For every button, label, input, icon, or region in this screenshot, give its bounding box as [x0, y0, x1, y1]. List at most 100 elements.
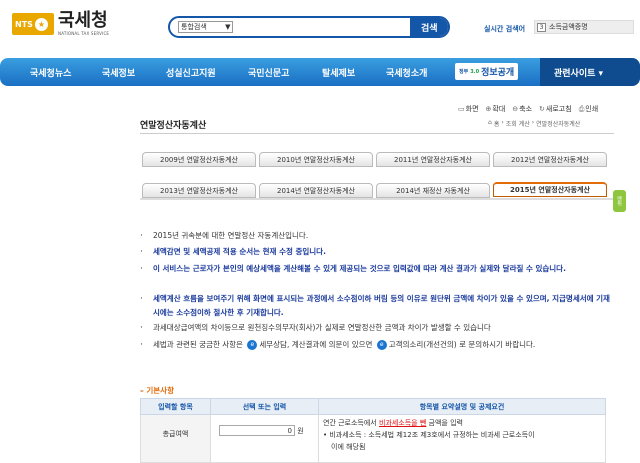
tab-2015[interactable]: 2015년 연말정산자동계산 [493, 182, 607, 197]
nav-related-sites[interactable]: 관련사이트 ▾ [540, 58, 640, 86]
note-text: 세액계산 흐름을 보여주기 위해 화면에 표시되는 과정에서 소수점이하 버림 … [153, 294, 610, 317]
realtime-search-item[interactable]: 3 소득금액증명 [534, 20, 634, 34]
zoom-out-button[interactable]: ⊖ 축소 [512, 104, 532, 114]
site-logo[interactable]: NTS ★ 국세청 NATIONAL TAX SERVICE [12, 12, 109, 36]
breadcrumb-sep-icon: › [501, 119, 504, 126]
gov-label: 정부 [459, 69, 469, 75]
total-salary-input[interactable]: 0 [219, 425, 295, 436]
col-header-item: 입력할 항목 [140, 398, 211, 415]
bullet-icon: · [140, 294, 143, 304]
print-label: 인쇄 [585, 105, 599, 113]
unit-label: 원 [297, 427, 304, 435]
printer-icon: ⎙ [578, 104, 585, 113]
desc-text: 이에 해당됨 [331, 443, 366, 451]
desc-text: 금액을 입력 [428, 419, 463, 427]
logo-badge-text: NTS [15, 19, 33, 29]
caret-down-icon: ▼ [225, 23, 231, 31]
bullet-icon: · [140, 264, 143, 274]
table-row: 총급여액 0 원 연간 근로소득에서 비과세소득을 뺀 금액을 입력 • 비과세… [140, 414, 606, 463]
home-icon: ⌂ [488, 119, 492, 126]
bullet-icon: · [140, 323, 143, 333]
realtime-term: 소득금액증명 [549, 23, 588, 31]
zoom-in-button[interactable]: ⊕ 확대 [486, 104, 506, 114]
refresh-label: 새로고침 [545, 105, 572, 113]
nav-tax-evasion-report[interactable]: 탈세제보 [322, 66, 355, 79]
breadcrumb-sep-icon: › [531, 119, 535, 126]
monitor-icon: ▭ [458, 105, 465, 113]
note-text: 이 서비스는 근로자가 본인의 예상세액을 계산해볼 수 있게 제공되는 것으로… [153, 264, 566, 273]
scroll-top-button[interactable]: 맨위 [613, 190, 626, 212]
note-text: 세액감면 및 세액공제 적용 순서는 현재 수정 중입니다. [153, 247, 326, 256]
nav-tax-info[interactable]: 국세정보 [102, 66, 135, 79]
note-part: , 계산결과에 의문이 있으면 [286, 340, 373, 349]
tab-2009[interactable]: 2009년 연말정산자동계산 [142, 152, 256, 167]
customer-voice-link[interactable]: 고객의소리(개선건의) [389, 340, 457, 349]
e-icon: e [376, 340, 387, 350]
bullet-icon: · [140, 340, 143, 350]
realtime-search-label: 실시간 검색어 [484, 25, 526, 33]
note-text: 2015년 귀속분에 대한 연말정산 자동계산입니다. [153, 231, 309, 240]
tab-2010[interactable]: 2010년 연말정산자동계산 [259, 152, 373, 167]
print-button[interactable]: ⎙ 인쇄 [579, 104, 599, 114]
tab-2012[interactable]: 2012년 연말정산자동계산 [493, 152, 607, 167]
note-item: · 세액계산 흐름을 보여주기 위해 화면에 표시되는 과정에서 소수점이하 버… [140, 292, 610, 320]
tab-2011[interactable]: 2011년 연말정산자동계산 [376, 152, 490, 167]
zoom-in-icon: ⊕ [485, 105, 492, 113]
note-item: · 세액감면 및 세액공제 적용 순서는 현재 수정 중입니다. [140, 245, 610, 259]
basic-info-table: 입력할 항목 선택 또는 입력 항목별 요약설명 및 공제요건 총급여액 0 원… [140, 398, 606, 463]
zoom-in-label: 확대 [492, 105, 506, 113]
nav-petition[interactable]: 국민신문고 [248, 66, 289, 79]
refresh-icon: ↻ [539, 105, 545, 113]
nav-filing-support[interactable]: 성실신고지원 [166, 66, 216, 79]
realtime-rank: 3 [537, 22, 546, 32]
tab-2014[interactable]: 2014년 연말정산자동계산 [259, 183, 373, 198]
logo-subtitle: NATIONAL TAX SERVICE [58, 31, 110, 36]
desc-text: 연간 근로소득에서 [323, 419, 377, 427]
e-icon: e [247, 340, 258, 350]
logo-badge: NTS ★ [12, 13, 54, 35]
nav-info-disclosure[interactable]: 정부 3.0 정보공개 [455, 63, 519, 80]
refresh-button[interactable]: ↻ 새로고침 [539, 104, 572, 114]
breadcrumb: ⌂ 홈 › 조회 계산 › 연말정산자동계산 [488, 119, 580, 128]
tab-2014-resettle[interactable]: 2014년 재정산 자동계산 [376, 183, 490, 198]
search-bar: 통합검색 ▼ 검색 [168, 16, 450, 38]
breadcrumb-lookup[interactable]: 조회 계산 [506, 119, 530, 128]
bullet-icon: · [140, 231, 143, 241]
dash-icon: – [140, 386, 144, 395]
gov30-logo-icon: 3.0 [470, 68, 480, 75]
screen-label: 화면 [465, 105, 479, 113]
note-item: · 이 서비스는 근로자가 본인의 예상세액을 계산해볼 수 있게 제공되는 것… [140, 262, 610, 276]
section-title: – 기본사항 [140, 385, 174, 396]
search-input[interactable] [233, 18, 411, 36]
logo-title: 국세청 [58, 10, 108, 31]
breadcrumb-current: 연말정산자동계산 [536, 121, 581, 128]
search-scope-value: 통합검색 [181, 23, 207, 31]
note-text: 과세대상급여액의 차이등으로 원천징수의무자(회사)가 실제로 연말정산한 금액… [153, 323, 491, 332]
utility-bar: ▭ 화면 ⊕ 확대 ⊖ 축소 ↻ 새로고침 ⎙ 인쇄 [458, 104, 598, 114]
nav-tax-news[interactable]: 국세청뉴스 [30, 66, 71, 79]
tab-2013[interactable]: 2013년 연말정산자동계산 [142, 183, 256, 198]
info-disclosure-label: 정보공개 [481, 68, 515, 78]
screen-print-button[interactable]: ▭ 화면 [458, 104, 479, 114]
search-button[interactable]: 검색 [410, 18, 448, 36]
nav-about[interactable]: 국세청소개 [386, 66, 427, 79]
note-text: 세법과 관련된 궁금한 사항은 e 세무상담, 계산결과에 의문이 있으면 e 고객… [153, 338, 610, 352]
section-title-text: 기본사항 [146, 386, 174, 395]
search-scope-select[interactable]: 통합검색 ▼ [178, 21, 234, 33]
row-input-cell: 0 원 [210, 414, 319, 463]
tax-consult-link[interactable]: 세무상담 [259, 340, 287, 349]
title-divider [140, 133, 614, 134]
breadcrumb-home[interactable]: 홈 [494, 119, 500, 128]
row-label: 총급여액 [140, 414, 211, 463]
col-header-input: 선택 또는 입력 [210, 398, 319, 415]
col-header-desc: 항목별 요약설명 및 공제요건 [318, 398, 606, 415]
tab-underline [140, 198, 614, 200]
note-item: · 세법과 관련된 궁금한 사항은 e 세무상담, 계산결과에 의문이 있으면 e… [140, 338, 610, 352]
nontaxable-link[interactable]: 비과세소득을 뺀 [379, 419, 426, 427]
zoom-out-icon: ⊖ [512, 105, 519, 113]
main-nav: 국세청뉴스 국세정보 성실신고지원 국민신문고 탈세제보 국세청소개 정부 3.… [0, 58, 640, 86]
desc-text: • 비과세소득 : 소득세법 제12조 제3호에서 규정하는 비과세 근로소득이 [323, 431, 535, 439]
note-part: 세법과 관련된 궁금한 사항은 [153, 340, 243, 349]
row-description: 연간 근로소득에서 비과세소득을 뺀 금액을 입력 • 비과세소득 : 소득세법… [318, 414, 606, 463]
seal-icon: ★ [34, 17, 48, 31]
